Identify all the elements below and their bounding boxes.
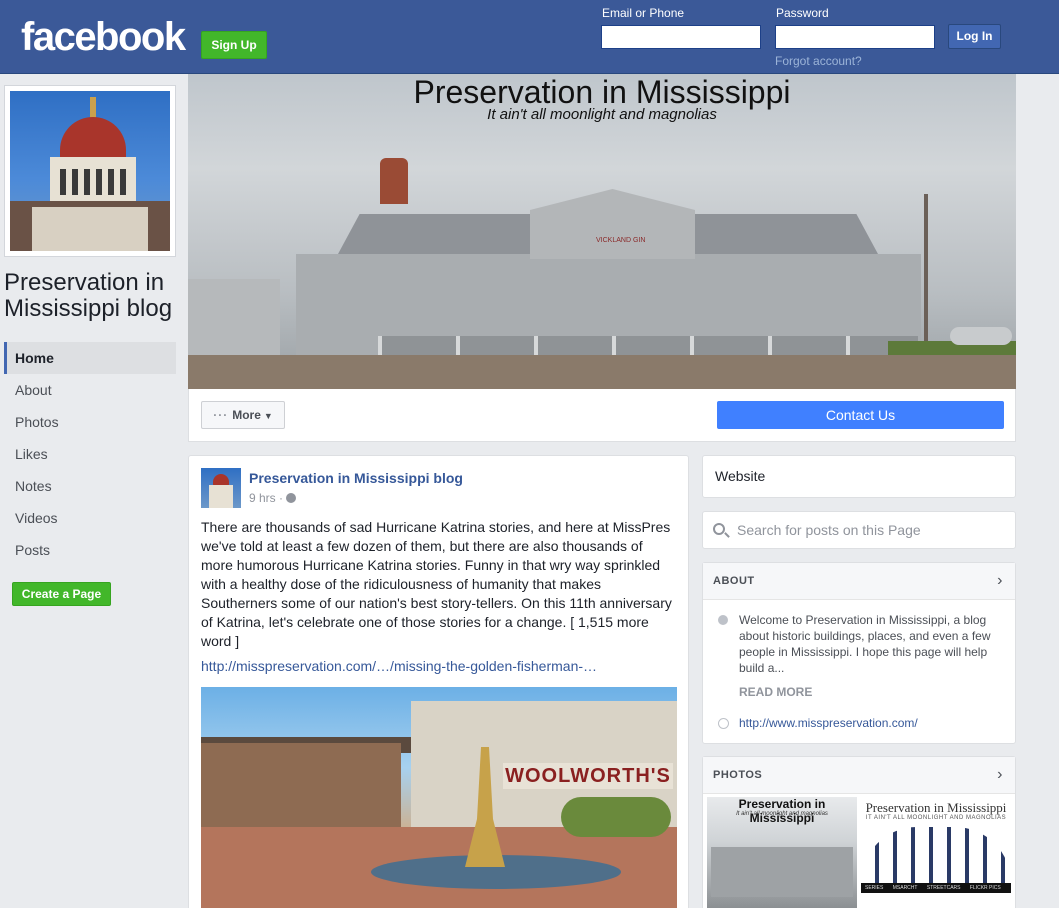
caret-down-icon: ▼	[263, 411, 273, 421]
thumb-nav-bar: SERIES MSARCHT STREETCARS FLICKR PICS	[861, 883, 1011, 893]
thumb-nav-item: SERIES	[865, 885, 884, 891]
email-field[interactable]	[601, 25, 761, 49]
thumb-nav-item: FLICKR PICS	[969, 885, 1001, 891]
contact-us-button[interactable]: Contact Us	[717, 401, 1004, 429]
photo-thumbnail[interactable]: Preservation in Mississippi It ain't all…	[707, 797, 857, 908]
post-avatar[interactable]	[201, 468, 241, 508]
sidebar-item-notes[interactable]: Notes	[4, 470, 176, 502]
building-sign: VICKLAND GIN	[596, 237, 646, 244]
sidebar-item-videos[interactable]: Videos	[4, 502, 176, 534]
thumb-nav-item: MSARCHT	[892, 885, 918, 891]
post-text: There are thousands of sad Hurricane Kat…	[201, 519, 672, 649]
post-author[interactable]: Preservation in Mississippi blog	[249, 470, 463, 486]
create-page-button[interactable]: Create a Page	[12, 582, 111, 606]
sidebar-item-likes[interactable]: Likes	[4, 438, 176, 470]
post-card: Preservation in Mississippi blog 9 hrs ·…	[188, 455, 689, 908]
facebook-logo[interactable]: facebook	[21, 15, 186, 60]
signup-button[interactable]: Sign Up	[201, 31, 267, 59]
post-timestamp[interactable]: 9 hrs ·	[249, 491, 297, 505]
search-placeholder: Search for posts on this Page	[737, 522, 921, 538]
password-field[interactable]	[775, 25, 935, 49]
about-card: ABOUT › Welcome to Preservation in Missi…	[702, 562, 1016, 744]
more-dots-icon: ···	[213, 408, 229, 422]
photos-heading: PHOTOS	[713, 769, 763, 781]
thumb-subtitle: It ain't all moonlight and magnolias	[736, 811, 828, 817]
cover-photo[interactable]: VICKLAND GIN Preservation in Mississippi…	[188, 74, 1016, 389]
post-photo[interactable]: WOOLWORTH'S	[201, 687, 677, 908]
read-more-link[interactable]: READ MORE	[739, 685, 812, 699]
sidebar-item-posts[interactable]: Posts	[4, 534, 176, 566]
thumb-title: Preservation in Mississippi	[865, 800, 1007, 815]
sidebar-item-about[interactable]: About	[4, 374, 176, 406]
login-button[interactable]: Log In	[948, 24, 1001, 49]
chevron-right-icon: ›	[997, 766, 1003, 783]
info-icon	[718, 615, 728, 625]
sidebar-nav: Home About Photos Likes Notes Videos Pos…	[4, 342, 176, 566]
more-label: More	[232, 408, 261, 422]
forgot-account-link[interactable]: Forgot account?	[775, 54, 862, 68]
email-label: Email or Phone	[602, 6, 685, 20]
thumb-nav-item: STREETCARS	[926, 885, 961, 891]
post-time-text: 9 hrs ·	[249, 491, 284, 505]
page-search-box[interactable]: Search for posts on this Page	[702, 511, 1016, 549]
website-link[interactable]: http://www.misspreservation.com/	[739, 716, 918, 730]
about-header[interactable]: ABOUT ›	[703, 563, 1015, 600]
photo-thumbnail[interactable]: Preservation in Mississippi IT AIN'T ALL…	[861, 797, 1011, 908]
more-button[interactable]: ··· More ▼	[201, 401, 285, 429]
thumb-subtitle: IT AIN'T ALL MOONLIGHT AND MAGNOLIAS	[865, 815, 1007, 821]
about-description: Welcome to Preservation in Mississippi, …	[739, 613, 991, 675]
page-title[interactable]: Preservation in Mississippi blog	[4, 270, 184, 322]
profile-picture[interactable]	[4, 85, 176, 257]
search-icon	[713, 523, 725, 535]
post-link[interactable]: http://misspreservation.com/…/missing-th…	[201, 658, 597, 674]
photos-card: PHOTOS › Preservation in Mississippi It …	[702, 756, 1016, 908]
photos-header[interactable]: PHOTOS ›	[703, 757, 1015, 794]
profile-image	[10, 91, 170, 251]
water-tower	[380, 158, 408, 204]
sidebar-item-home[interactable]: Home	[4, 342, 176, 374]
website-button[interactable]: Website	[702, 455, 1016, 498]
cover-subtitle: It ain't all moonlight and magnolias	[487, 106, 717, 123]
top-bar: facebook Sign Up Email or Phone Password…	[0, 0, 1059, 74]
globe-icon	[718, 718, 729, 729]
about-heading: ABOUT	[713, 575, 755, 587]
chevron-right-icon: ›	[997, 572, 1003, 589]
password-label: Password	[776, 6, 829, 20]
globe-icon	[286, 493, 297, 503]
cover-action-bar: ··· More ▼ Contact Us	[188, 389, 1016, 442]
store-sign: WOOLWORTH'S	[503, 763, 673, 789]
sidebar-item-photos[interactable]: Photos	[4, 406, 176, 438]
